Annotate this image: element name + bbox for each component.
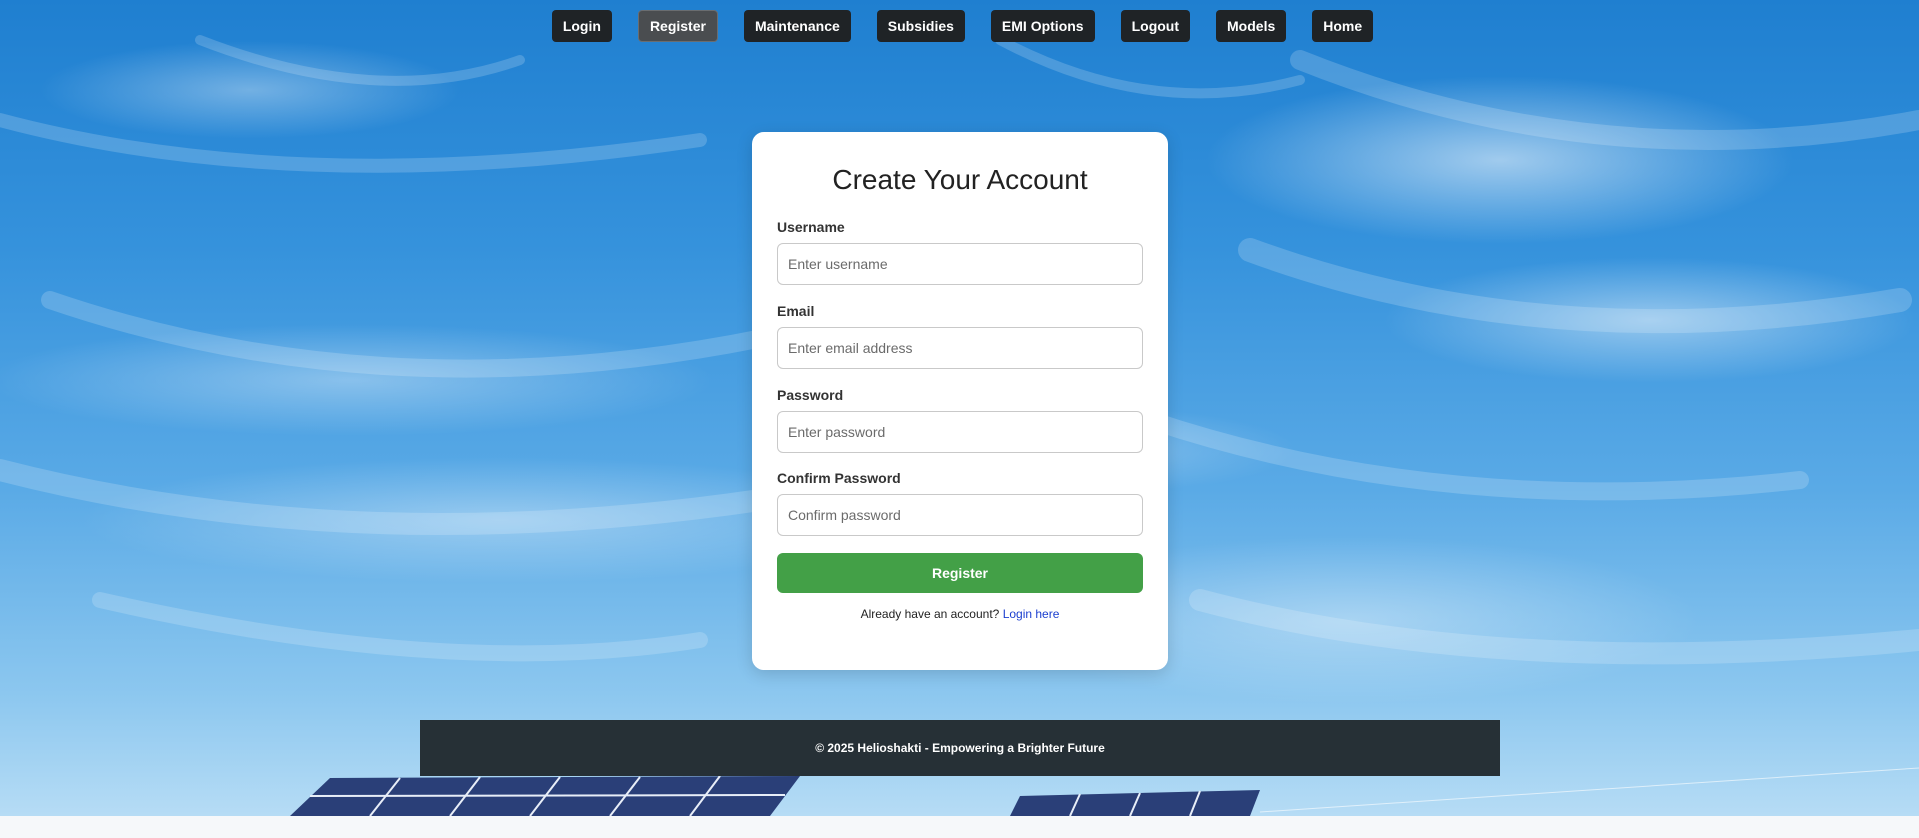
password-label: Password <box>777 387 844 403</box>
nav-register-button[interactable]: Register <box>637 10 718 42</box>
password-input[interactable] <box>777 411 1143 453</box>
username-input[interactable] <box>777 243 1143 285</box>
email-input[interactable] <box>777 327 1143 369</box>
confirm-password-label: Confirm Password <box>777 470 901 486</box>
nav-home-button[interactable]: Home <box>1312 10 1374 42</box>
nav-maintenance-button[interactable]: Maintenance <box>743 10 851 42</box>
footer-text: © 2025 Helioshakti - Empowering a Bright… <box>815 741 1105 755</box>
nav-subsidies-button[interactable]: Subsidies <box>876 10 965 42</box>
confirm-password-input[interactable] <box>777 494 1143 536</box>
email-label: Email <box>777 303 815 319</box>
footer: © 2025 Helioshakti - Empowering a Bright… <box>420 720 1500 776</box>
page-bottom-strip <box>0 816 1919 838</box>
nav-login-button[interactable]: Login <box>551 10 612 42</box>
register-form-card: Create Your Account Username Email Passw… <box>752 132 1168 670</box>
login-prompt-text: Already have an account? <box>860 607 1000 621</box>
top-nav: Login Register Maintenance Subsidies EMI… <box>0 10 1919 42</box>
nav-logout-button[interactable]: Logout <box>1120 10 1191 42</box>
nav-models-button[interactable]: Models <box>1216 10 1287 42</box>
login-prompt: Already have an account? Login here <box>752 607 1168 621</box>
login-here-link[interactable]: Login here <box>1003 607 1060 621</box>
username-label: Username <box>777 219 845 235</box>
nav-emi-options-button[interactable]: EMI Options <box>990 10 1095 42</box>
register-submit-button[interactable]: Register <box>777 553 1143 593</box>
form-title: Create Your Account <box>832 164 1088 195</box>
